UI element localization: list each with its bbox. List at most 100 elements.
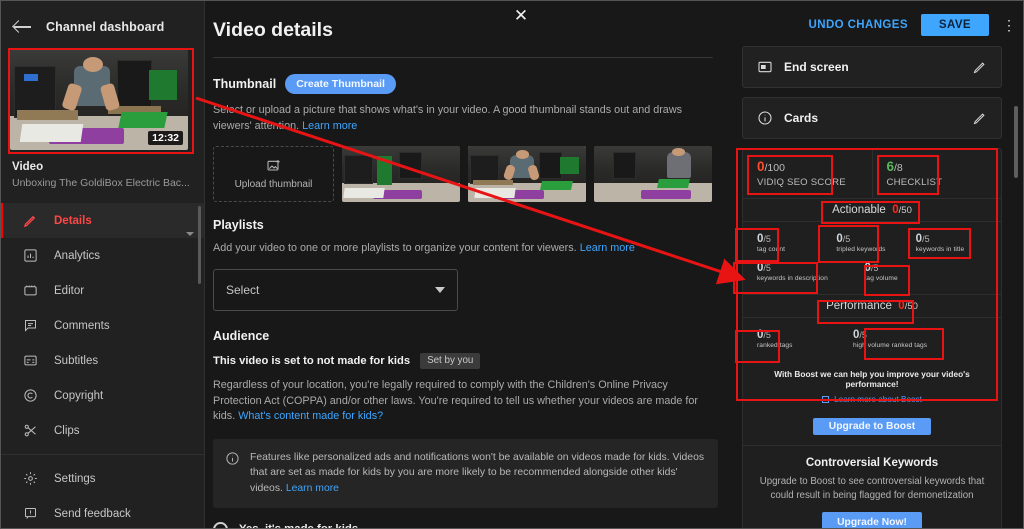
metric-denominator: /5	[842, 233, 851, 244]
vidiq-score-row: 0/100 VIDIQ SEO SCORE 6/8 CHECKLIST	[743, 149, 1001, 198]
back-arrow-icon[interactable]	[14, 18, 32, 36]
vidiq-checklist[interactable]: 6/8 CHECKLIST	[871, 149, 1002, 198]
radio-label-yes: Yes, it's made for kids	[239, 523, 358, 529]
save-button[interactable]: SAVE	[920, 14, 989, 36]
video-thumbnail-image: 12:32	[10, 50, 188, 150]
actionable-denominator: /50	[898, 204, 912, 216]
performance-band: Performance 0/50	[743, 293, 1001, 318]
create-thumbnail-button[interactable]: Create Thumbnail	[285, 74, 396, 94]
controversial-keywords-heading: Controversial Keywords	[805, 456, 939, 469]
actionable-metrics-grid: 0/5 tag count 0/5 tripled keywords 0/5 k…	[743, 222, 1001, 294]
video-section-label: Video	[12, 161, 44, 173]
header-actions: UNDO CHANGES SAVE ⋮	[809, 14, 1016, 36]
sidebar-item-analytics[interactable]: Analytics	[0, 238, 204, 273]
playlists-description: Add your video to one or more playlists …	[213, 241, 718, 257]
sidebar-item-label: Copyright	[54, 389, 104, 402]
bar-chart-icon	[22, 248, 38, 264]
undo-changes-button[interactable]: UNDO CHANGES	[809, 19, 908, 31]
cards-label: Cards	[784, 111, 819, 125]
sidebar-video-thumbnail[interactable]: 12:32	[10, 50, 194, 150]
playlists-learn-more-link[interactable]: Learn more	[580, 242, 635, 254]
video-title-text: Unboxing The GoldiBox Electric Bac...	[12, 177, 190, 189]
right-panel: End screen Cards 0/100 VIDIQ SEO SCORE 6…	[734, 0, 1024, 529]
seo-score-denominator: /100	[764, 162, 785, 174]
close-icon[interactable]: ✕	[508, 3, 534, 29]
thumbnail-option-3[interactable]	[594, 146, 712, 203]
pencil-icon[interactable]	[972, 111, 987, 126]
thumbnail-description: Select or upload a picture that shows wh…	[213, 103, 718, 134]
sidebar-item-clips[interactable]: Clips	[0, 413, 204, 448]
cards-card[interactable]: Cards	[742, 97, 1002, 139]
image-add-icon	[266, 160, 280, 171]
metric-denominator: /5	[870, 262, 879, 273]
pencil-icon[interactable]	[972, 60, 987, 75]
performance-denominator: /50	[904, 300, 918, 312]
sidebar-item-details[interactable]: Details	[0, 203, 204, 238]
more-vertical-icon[interactable]: ⋮	[1002, 18, 1016, 32]
metric-ranked-tags: 0/5 ranked tags	[753, 326, 849, 355]
radio-button-yes[interactable]	[213, 521, 228, 529]
sidebar-item-copyright[interactable]: Copyright	[0, 378, 204, 413]
channel-dashboard-title: Channel dashboard	[46, 20, 165, 34]
copyright-icon	[22, 388, 38, 404]
metric-label: ranked tags	[757, 341, 793, 349]
playlist-select-value: Select	[226, 282, 260, 297]
metric-label: tag count	[757, 245, 786, 253]
info-icon	[225, 451, 240, 471]
actionable-band: Actionable 0/50	[743, 197, 1001, 222]
upload-thumbnail-label: Upload thumbnail	[234, 179, 313, 191]
thumbnail-option-1[interactable]	[342, 146, 460, 203]
comment-icon	[22, 318, 38, 334]
end-screen-icon	[757, 59, 773, 75]
learn-more-about-boost-link[interactable]: Learn more about Boost	[753, 395, 991, 404]
playlist-select[interactable]: Select	[213, 268, 458, 311]
upgrade-now-button[interactable]: Upgrade Now!	[822, 511, 922, 529]
sidebar-item-send-feedback[interactable]: Send feedback	[0, 496, 204, 529]
thumbnail-section: Thumbnail Create Thumbnail Select or upl…	[205, 74, 734, 203]
sidebar-nav: Details Analytics Editor Comments Subtit…	[0, 203, 204, 529]
performance-label: Performance	[826, 299, 892, 312]
set-by-you-badge: Set by you	[420, 352, 481, 369]
vidiq-seo-panel: 0/100 VIDIQ SEO SCORE 6/8 CHECKLIST Acti…	[742, 148, 1002, 529]
audience-section: Audience This video is set to not made f…	[205, 329, 734, 529]
metric-denominator: /5	[763, 233, 771, 244]
thumbnail-option-2-selected[interactable]	[468, 146, 586, 203]
playlists-description-text: Add your video to one or more playlists …	[213, 242, 577, 255]
controversial-keywords-section: Controversial Keywords Upgrade to Boost …	[743, 444, 1001, 529]
sidebar-item-settings[interactable]: Settings	[0, 461, 204, 496]
metric-denominator: /5	[859, 329, 867, 340]
chevron-down-icon[interactable]	[186, 232, 194, 236]
radio-made-for-kids[interactable]: Yes, it's made for kids	[213, 521, 734, 529]
sidebar-header: Channel dashboard	[0, 0, 204, 48]
kids-notice-learn-more-link[interactable]: Learn more	[286, 483, 339, 494]
gear-icon	[22, 471, 38, 487]
metric-tag-volume: 0/5 tag volume	[861, 259, 992, 288]
coppa-link[interactable]: What's content made for kids?	[238, 410, 383, 422]
upgrade-to-boost-button[interactable]: Upgrade to Boost	[812, 417, 932, 435]
playlists-heading: Playlists	[213, 218, 264, 233]
audience-heading: Audience	[213, 328, 270, 343]
thumbnail-learn-more-link[interactable]: Learn more	[302, 120, 357, 132]
subtitles-icon	[22, 353, 38, 369]
upload-thumbnail-button[interactable]: Upload thumbnail	[213, 146, 334, 203]
title-underline	[213, 57, 713, 58]
sidebar-item-subtitles[interactable]: Subtitles	[0, 343, 204, 378]
boost-link-label: Learn more about Boost	[834, 394, 922, 404]
kids-notice-paragraph: Features like personalized ads and notif…	[250, 450, 706, 497]
metric-keywords-in-title: 0/5 keywords in title	[912, 230, 991, 259]
youtube-studio-video-details-screen: Channel dashboard 12:32 Video Unboxing T…	[0, 0, 1024, 529]
sidebar-item-editor[interactable]: Editor	[0, 273, 204, 308]
sidebar-item-comments[interactable]: Comments	[0, 308, 204, 343]
checklist-caption: CHECKLIST	[886, 176, 943, 188]
external-link-icon	[822, 395, 830, 403]
performance-metrics-grid: 0/5 ranked tags 0/5 high volume ranked t…	[743, 318, 1001, 361]
end-screen-label: End screen	[784, 60, 849, 74]
right-panel-scrollbar[interactable]	[1014, 106, 1018, 178]
main-content: ✕ Video details Thumbnail Create Thumbna…	[205, 0, 734, 529]
end-screen-card[interactable]: End screen	[742, 46, 1002, 88]
controversial-keywords-text: Upgrade to Boost to see controversial ke…	[759, 475, 985, 501]
seo-score-value: 0	[757, 159, 765, 174]
checklist-denominator: /8	[894, 162, 903, 174]
sidebar-item-label: Subtitles	[54, 354, 99, 367]
sidebar-scrollbar[interactable]	[198, 206, 201, 284]
